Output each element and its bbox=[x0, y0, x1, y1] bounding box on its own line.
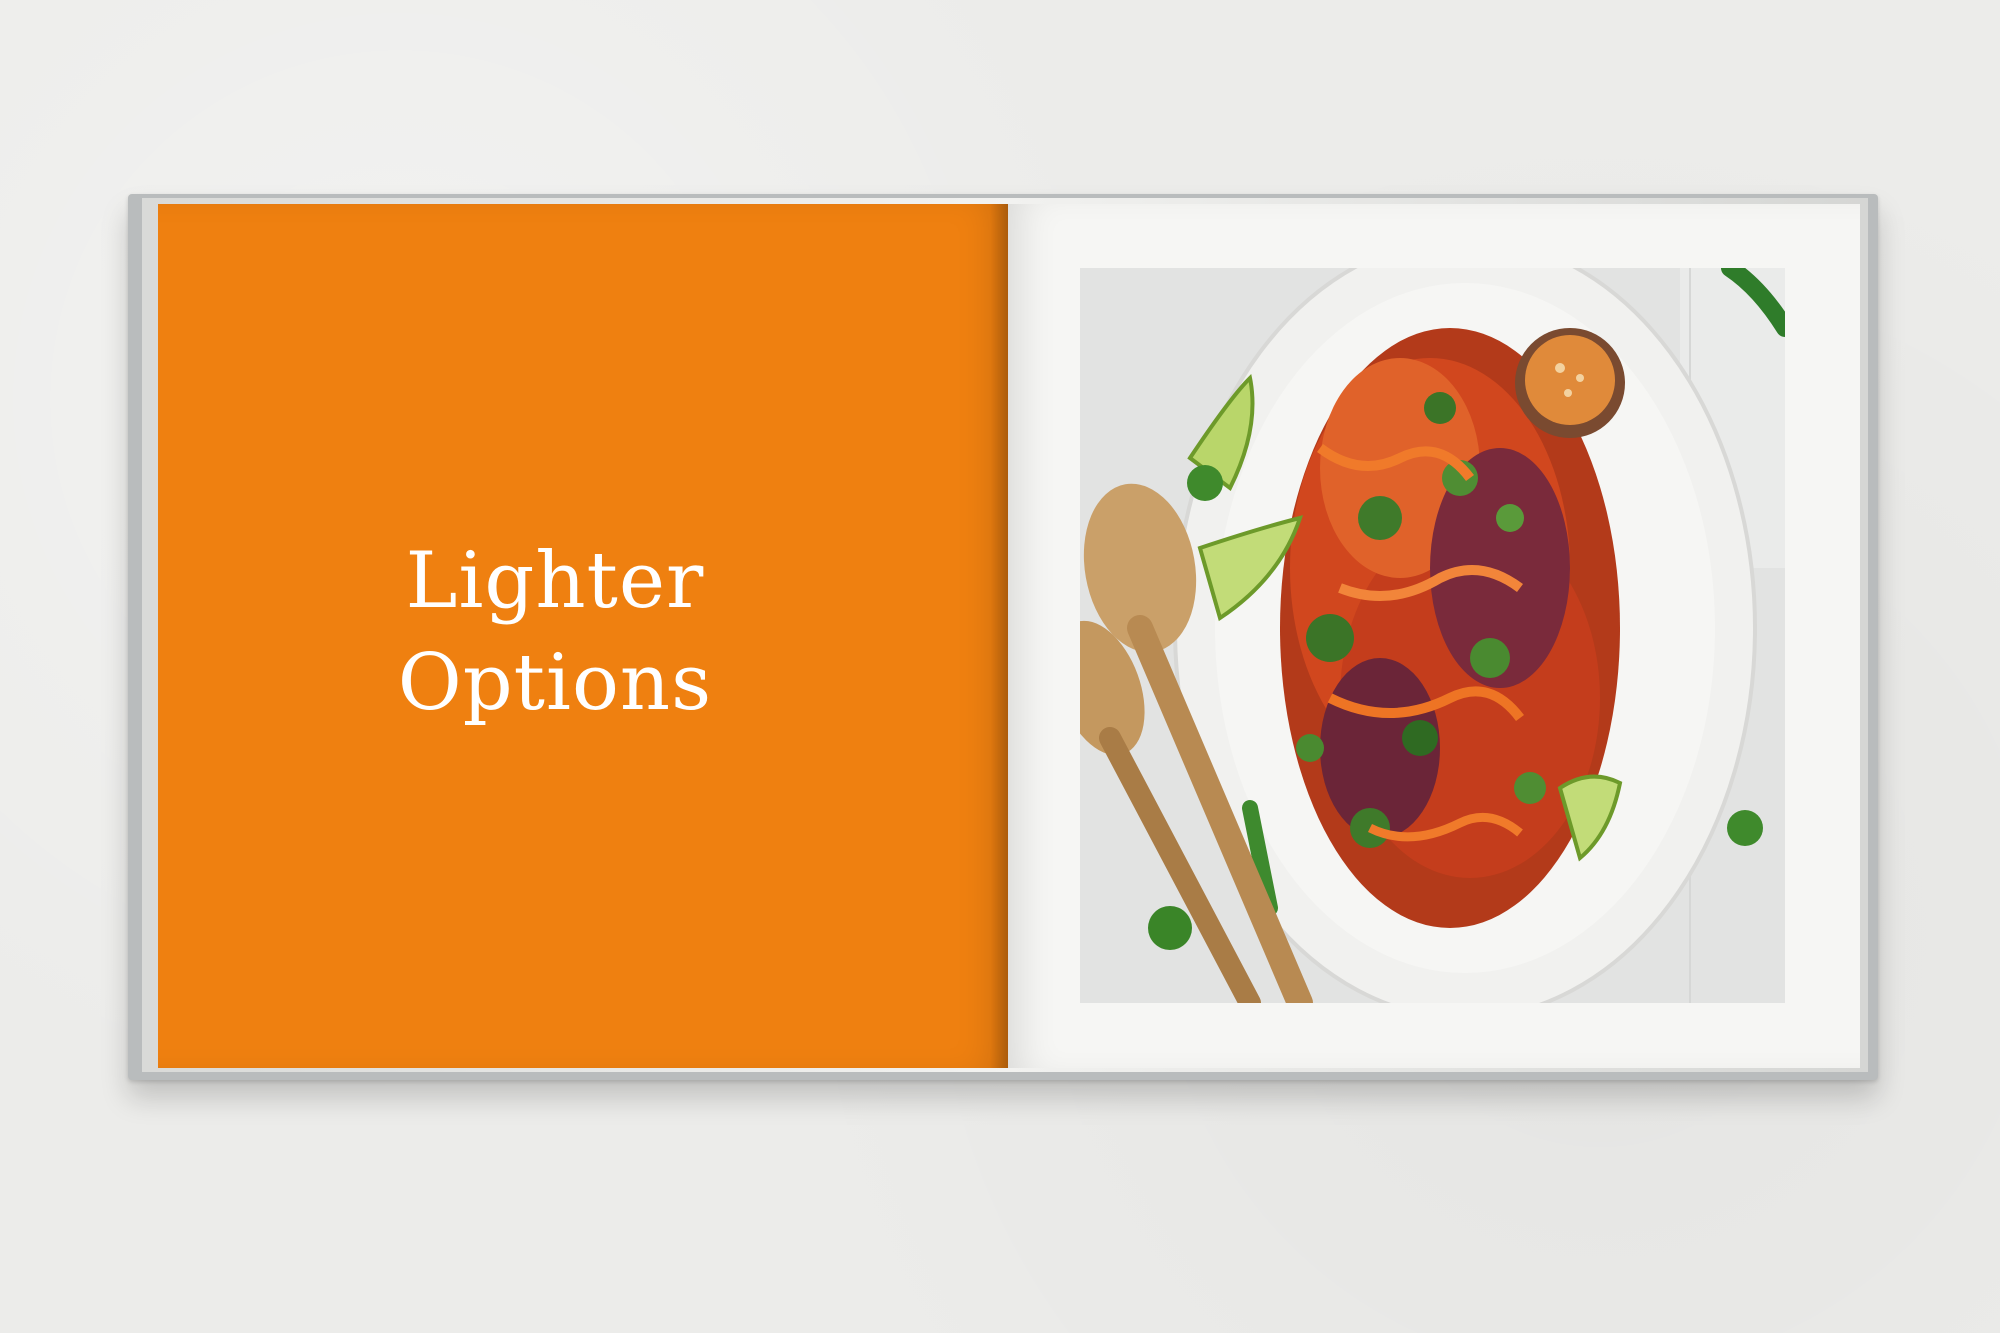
photo-illustration bbox=[1080, 268, 1785, 1003]
chapter-title: Lighter Options bbox=[0, 530, 1110, 734]
salad-platter-photo bbox=[1080, 268, 1785, 1003]
chapter-title-line-2: Options bbox=[397, 638, 713, 728]
chapter-title-line-1: Lighter bbox=[405, 536, 705, 626]
scene: Lighter Options bbox=[0, 0, 2000, 1333]
